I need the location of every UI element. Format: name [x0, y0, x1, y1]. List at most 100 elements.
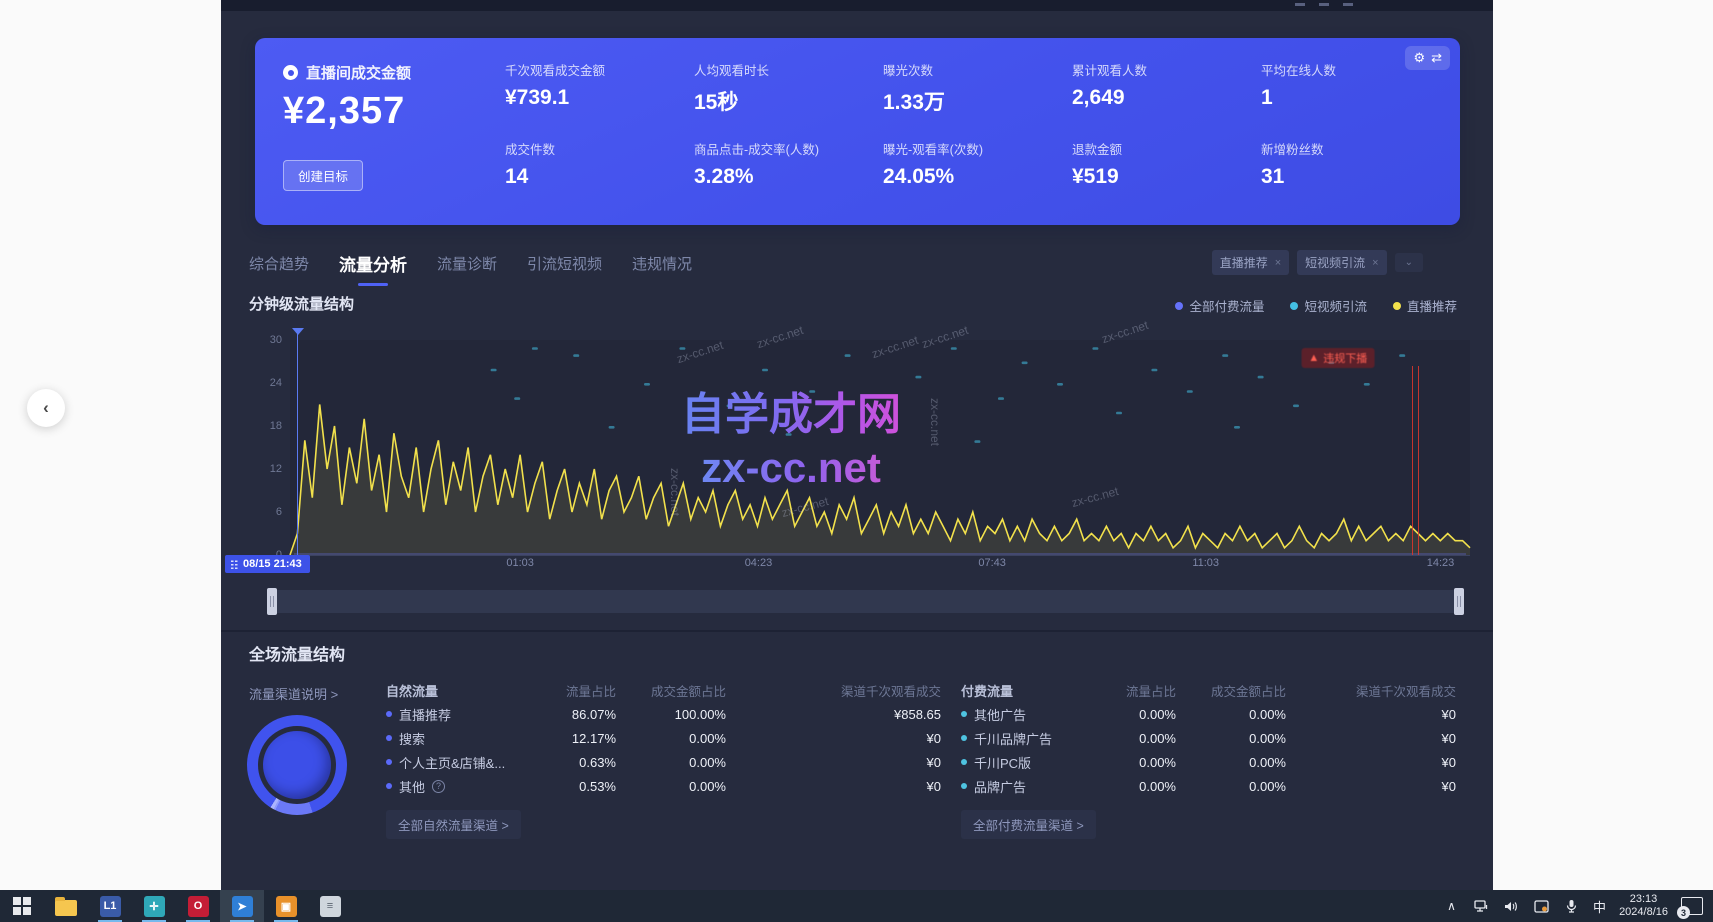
column-header: 流量占比	[1101, 681, 1176, 700]
legend-短视频引流[interactable]: 短视频引流	[1290, 296, 1367, 315]
table-footer-link[interactable]: 全部自然流量渠道 >	[386, 810, 521, 839]
column-header-name: 付费流量	[961, 681, 1101, 700]
offline-marker-line	[1418, 366, 1419, 555]
row-dot-icon	[386, 759, 392, 765]
cell-per-mille: ¥0	[1286, 779, 1456, 794]
ime-indicator[interactable]: 中	[1593, 897, 1606, 916]
channel-explain-link[interactable]: 流量渠道说明 >	[249, 684, 338, 703]
app-glyph: L1	[100, 896, 121, 917]
row-name: 直播推荐	[386, 705, 536, 724]
offline-marker-line	[1412, 366, 1413, 555]
clock-time: 23:13	[1619, 893, 1668, 906]
row-dot-icon	[386, 735, 392, 741]
microphone-icon[interactable]	[1563, 898, 1580, 915]
app-opera-icon[interactable]: O	[176, 890, 220, 922]
series-video-scatter-point	[491, 369, 497, 372]
legend-全部付费流量[interactable]: 全部付费流量	[1175, 296, 1264, 315]
row-dot-icon	[961, 783, 967, 789]
tab-流量诊断[interactable]: 流量诊断	[437, 253, 497, 282]
table-row: 品牌广告0.00%0.00%¥0	[961, 774, 1456, 798]
network-icon[interactable]	[1473, 898, 1490, 915]
speaker-icon[interactable]	[1503, 898, 1520, 915]
clock[interactable]: 23:13 2024/8/16	[1619, 893, 1668, 919]
column-header: 渠道千次观看成交	[726, 681, 941, 700]
app-teal-icon[interactable]: ✛	[132, 890, 176, 922]
metric-value: 2,649	[1072, 86, 1261, 110]
row-name: 搜索	[386, 729, 536, 748]
banner-title-row: 直播间成交金额	[283, 62, 411, 83]
y-tick-6: 6	[252, 506, 282, 518]
metric-0: 千次观看成交金额¥739.1	[505, 60, 694, 131]
legend-直播推荐[interactable]: 直播推荐	[1393, 296, 1457, 315]
series-video-scatter-point	[532, 347, 538, 350]
tab-综合趋势[interactable]: 综合趋势	[249, 253, 309, 282]
metric-label: 千次观看成交金额	[505, 60, 694, 79]
series-video-scatter-point	[1187, 390, 1193, 393]
taskbar-apps: L1 ✛O ➤ ▣ ≡	[0, 890, 352, 922]
row-name: 千川品牌广告	[961, 729, 1101, 748]
metric-value: 1	[1261, 86, 1450, 110]
notification-badge: 3	[1677, 906, 1690, 919]
series-video-scatter-point	[1399, 354, 1405, 357]
overall-section-title: 全场流量结构	[249, 641, 345, 665]
start-button[interactable]	[0, 890, 44, 922]
row-name: 其他?	[386, 777, 536, 796]
chevron-down-icon[interactable]: ⌄	[1395, 253, 1423, 272]
app-glyph: ➤	[232, 896, 253, 917]
filter-tag-label: 短视频引流	[1305, 254, 1365, 271]
metric-2: 曝光次数1.33万	[883, 60, 1072, 131]
file-explorer-icon[interactable]	[44, 890, 88, 922]
traffic-donut-chart	[247, 715, 347, 815]
series-video-scatter-point	[1092, 347, 1098, 350]
x-tick-01:03: 01:03	[506, 557, 534, 569]
app-glyph: ▣	[276, 896, 297, 917]
back-button[interactable]: ‹	[27, 389, 65, 427]
donut-center-disc	[263, 731, 331, 799]
row-dot-icon	[961, 711, 967, 717]
close-icon[interactable]: ×	[1275, 257, 1281, 269]
app-arrow-icon[interactable]: ➤	[220, 890, 264, 922]
metric-value: 15秒	[694, 86, 883, 116]
system-tray: ∧ 中 23:13 2024/8/16 3	[1443, 890, 1713, 922]
notification-center-icon[interactable]: 3	[1681, 897, 1703, 915]
metric-value: 3.28%	[694, 165, 883, 189]
app-l1-icon[interactable]: L1	[88, 890, 132, 922]
y-tick-24: 24	[252, 377, 282, 389]
kpi-banner: 直播间成交金额 ¥2,357 创建目标 ⚙ ⇄ 千次观看成交金额¥739.1人均…	[255, 38, 1460, 225]
tab-引流短视频[interactable]: 引流短视频	[527, 253, 602, 282]
filter-tag-直播推荐[interactable]: 直播推荐×	[1212, 250, 1289, 275]
series-video-scatter-point	[1222, 354, 1228, 357]
banner-title: 直播间成交金额	[306, 62, 411, 83]
series-video-scatter-point	[845, 354, 851, 357]
filter-tag-短视频引流[interactable]: 短视频引流 ×	[1297, 250, 1386, 275]
notepad-icon[interactable]: ≡	[308, 890, 352, 922]
cell-per-mille: ¥0	[726, 755, 941, 770]
minute-chart-svg	[290, 340, 1470, 555]
slider-handle-right[interactable]	[1454, 588, 1464, 615]
tray-chevron-up-icon[interactable]: ∧	[1443, 898, 1460, 915]
slider-handle-left[interactable]	[267, 588, 277, 615]
metric-label: 累计观看人数	[1072, 60, 1261, 79]
tab-违规情况[interactable]: 违规情况	[632, 253, 692, 282]
series-video-scatter-point	[786, 433, 792, 436]
create-goal-button[interactable]: 创建目标	[283, 160, 363, 191]
table-footer-link[interactable]: 全部付费流量渠道 >	[961, 810, 1096, 839]
row-label: 千川PC版	[974, 753, 1031, 772]
cell-gmv-share: 0.00%	[616, 755, 726, 770]
close-icon[interactable]: ×	[1372, 257, 1378, 269]
range-slider[interactable]	[267, 590, 1464, 613]
snip-tool-icon[interactable]	[1533, 898, 1550, 915]
metric-value: 31	[1261, 165, 1450, 189]
minute-chart-plot[interactable]: ▲ 违规下播 0612182430	[290, 340, 1470, 555]
info-icon[interactable]: ?	[432, 780, 445, 793]
tab-流量分析[interactable]: 流量分析	[339, 251, 407, 284]
cell-per-mille: ¥0	[1286, 707, 1456, 722]
legend-label: 直播推荐	[1407, 296, 1457, 315]
cell-traffic-share: 0.00%	[1101, 731, 1176, 746]
cell-gmv-share: 0.00%	[616, 731, 726, 746]
series-video-scatter-point	[679, 347, 685, 350]
window-controls[interactable]	[1295, 3, 1353, 6]
app-orange-icon[interactable]: ▣	[264, 890, 308, 922]
cursor-time-badge: 08/15 21:43	[225, 555, 310, 573]
row-name: 千川PC版	[961, 753, 1101, 772]
